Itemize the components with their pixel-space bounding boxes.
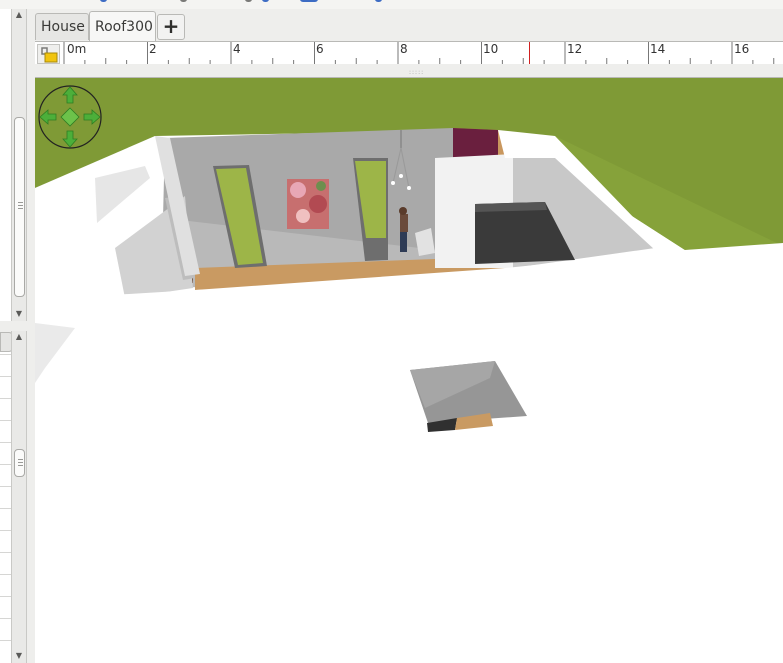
scroll-up-icon[interactable]: ▲ xyxy=(12,332,26,342)
level-tabs: House Roof300 + xyxy=(35,9,783,41)
ruler-label: 0m xyxy=(67,42,87,56)
ruler-label: 14 xyxy=(650,42,666,56)
person-figure xyxy=(400,214,408,232)
toolbar-icon[interactable] xyxy=(100,0,107,2)
toolbar-icon[interactable] xyxy=(180,0,187,2)
3d-scene xyxy=(35,78,783,663)
horizontal-ruler[interactable]: 0m 2 4 6 8 10 12 14 16 xyxy=(63,42,783,64)
scroll-up-icon[interactable]: ▲ xyxy=(12,10,26,20)
ruler-label: 10 xyxy=(483,42,499,56)
left-pane: ▲ ▼ ▲ ▼ xyxy=(0,9,29,663)
view-splitter[interactable]: ::::: xyxy=(35,64,783,78)
ruler-label: 12 xyxy=(567,42,583,56)
ruler-position-marker xyxy=(529,42,530,64)
nav-down-arrow xyxy=(62,130,78,148)
add-tab-icon[interactable]: + xyxy=(157,14,185,40)
nav-right-arrow xyxy=(83,109,101,125)
tab-house[interactable]: House xyxy=(35,13,89,40)
toolbar-icon[interactable] xyxy=(375,0,382,2)
toolbar-icon[interactable] xyxy=(245,0,252,2)
scrollbar-thumb[interactable] xyxy=(14,449,25,477)
navigation-arrows-icon xyxy=(38,85,102,149)
ruler-label: 16 xyxy=(734,42,750,56)
3d-view[interactable] xyxy=(35,78,783,663)
toolbar-icon[interactable] xyxy=(262,0,269,2)
plan-ruler-row: 0m 2 4 6 8 10 12 14 16 xyxy=(35,41,783,65)
ruler-label: 4 xyxy=(233,42,241,56)
tab-roof300[interactable]: Roof300 xyxy=(89,11,156,41)
nav-left-arrow xyxy=(39,109,57,125)
nav-up-arrow xyxy=(62,86,78,104)
nav-center xyxy=(60,107,80,127)
ruler-ticks xyxy=(63,42,775,64)
top-toolbar-remnant xyxy=(0,0,783,9)
scroll-down-icon[interactable]: ▼ xyxy=(12,309,26,319)
scroll-down-icon[interactable]: ▼ xyxy=(12,651,26,661)
ruler-label: 8 xyxy=(400,42,408,56)
navigation-control[interactable] xyxy=(37,81,103,151)
list-scrollbar[interactable]: ▲ ▼ xyxy=(11,331,27,663)
lock-button[interactable] xyxy=(37,44,60,64)
toolbar-icon[interactable] xyxy=(300,0,318,2)
maroon-accent-wall xyxy=(453,128,498,158)
catalog-scrollbar[interactable]: ▲ ▼ xyxy=(11,9,27,321)
ruler-label: 2 xyxy=(149,42,157,56)
lock-icon xyxy=(41,47,58,63)
scrollbar-thumb[interactable] xyxy=(14,117,25,297)
ruler-label: 6 xyxy=(316,42,324,56)
